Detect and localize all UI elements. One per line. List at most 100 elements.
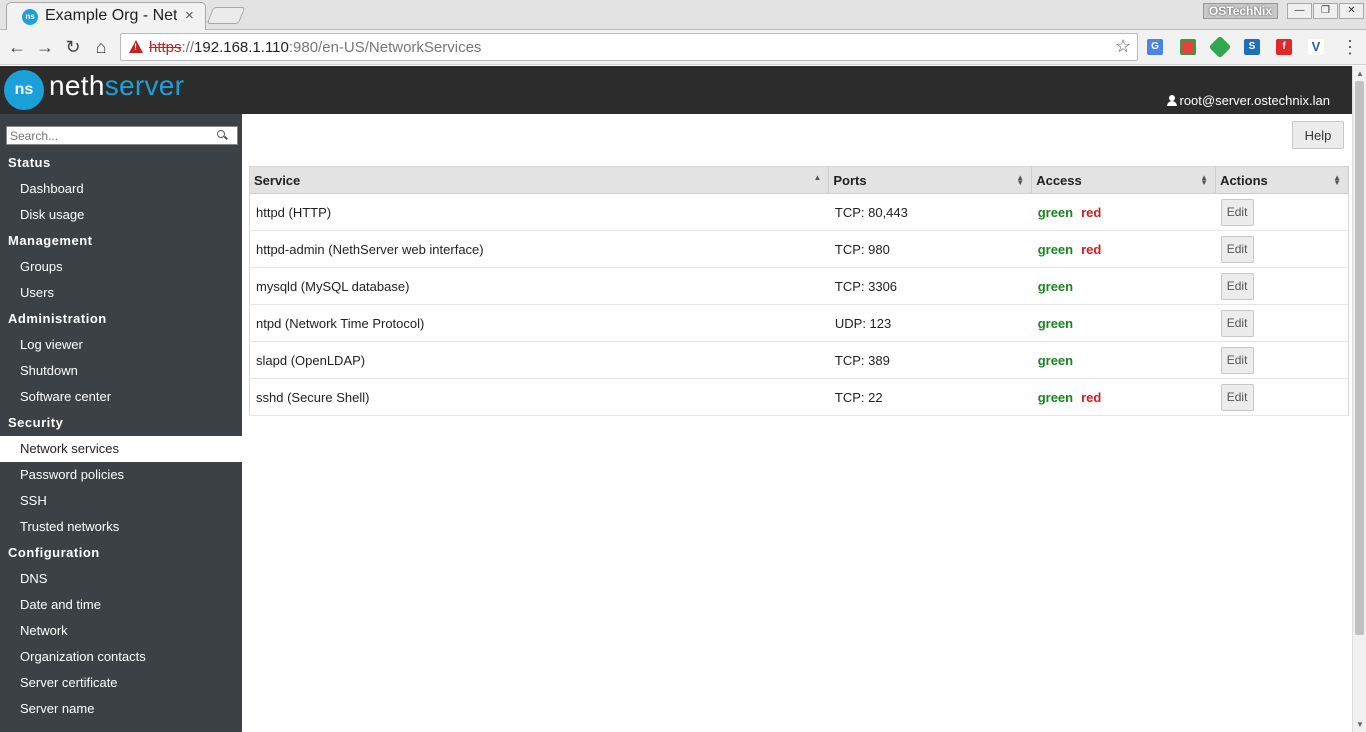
service-cell: httpd-admin (NethServer web interface) — [249, 230, 829, 268]
tab-title: Example Org - NethServer — [45, 7, 177, 24]
sidebar-group-heading: Management — [8, 233, 93, 248]
user-name: root@server.ostechnix.lan — [1179, 93, 1331, 108]
edit-button[interactable]: Edit — [1220, 235, 1254, 263]
chrome-extension-icon[interactable] — [1180, 39, 1196, 55]
flipboard-extension-icon[interactable]: f — [1276, 39, 1292, 55]
back-icon[interactable]: ← — [6, 36, 28, 58]
network-services-table: Service ▲ Ports ▲ ▼ Access ▲ ▼ Actions ▲ ▼ http… — [249, 166, 1349, 416]
user-menu[interactable]: root@server.ostechnix.lan — [1166, 93, 1331, 108]
browser-toolbar: ← → ↻ ⌂ https://192.168.1.110:980/en-US/… — [0, 30, 1366, 65]
nethserver-favicon-icon: ns — [22, 9, 38, 25]
reload-icon[interactable]: ↻ — [62, 36, 84, 58]
window-minimize-button[interactable]: — — [1287, 3, 1312, 19]
window-maximize-button[interactable]: ❐ — [1313, 3, 1338, 19]
browser-tab[interactable]: ns Example Org - NethServer × — [6, 2, 206, 31]
browser-tab-bar: ns Example Org - NethServer × OSTechNix … — [0, 0, 1366, 31]
sidebar-item-server-certificate[interactable]: Server certificate — [0, 670, 242, 696]
column-header-actions[interactable]: Actions ▲ ▼ — [1215, 166, 1349, 194]
table-header-row: Service ▲ Ports ▲ ▼ Access ▲ ▼ Actions ▲ ▼ — [249, 166, 1349, 194]
bookmark-star-icon[interactable]: ☆ — [1115, 36, 1131, 57]
ports-cell: TCP: 22 — [828, 378, 1032, 416]
edit-button[interactable]: Edit — [1220, 198, 1254, 226]
tab-close-icon[interactable]: × — [185, 7, 194, 24]
column-header-access[interactable]: Access ▲ ▼ — [1031, 166, 1217, 194]
edit-button[interactable]: Edit — [1220, 309, 1254, 337]
edit-button[interactable]: Edit — [1220, 346, 1254, 374]
not-secure-warning-icon[interactable] — [129, 40, 143, 53]
forward-icon[interactable]: → — [34, 36, 56, 58]
home-icon[interactable]: ⌂ — [90, 36, 112, 58]
url-separator: :// — [181, 39, 195, 56]
ports-cell: TCP: 3306 — [828, 267, 1032, 305]
sidebar-item-password-policies[interactable]: Password policies — [0, 462, 242, 488]
sidebar-item-network-services[interactable]: Network services — [0, 436, 242, 462]
sort-both-icon: ▲ ▼ — [1333, 173, 1341, 187]
sidebar-item-dashboard[interactable]: Dashboard — [0, 176, 242, 202]
actions-cell: Edit — [1215, 193, 1349, 231]
sidebar-item-log-viewer[interactable]: Log viewer — [0, 332, 242, 358]
v-extension-icon[interactable]: V — [1308, 39, 1324, 55]
sidebar-item-server-name[interactable]: Server name — [0, 696, 242, 722]
sort-ascending-icon: ▲ — [813, 173, 822, 182]
actions-cell: Edit — [1215, 341, 1349, 379]
access-green-badge: green — [1037, 278, 1074, 294]
sidebar-group-heading: Administration — [8, 311, 107, 326]
actions-cell: Edit — [1215, 267, 1349, 305]
table-row: httpd-admin (NethServer web interface) TC… — [249, 230, 1349, 268]
search-input[interactable] — [7, 127, 212, 144]
url-scheme: https — [149, 39, 182, 56]
service-cell: ntpd (Network Time Protocol) — [249, 304, 829, 342]
sidebar-item-organization-contacts[interactable]: Organization contacts — [0, 644, 242, 670]
page-scrollbar[interactable]: ▲ ▼ — [1352, 66, 1366, 732]
sidebar-item-disk-usage[interactable]: Disk usage — [0, 202, 242, 228]
column-header-label: Actions — [1220, 172, 1268, 188]
s-extension-icon[interactable]: S — [1244, 39, 1260, 55]
column-header-service[interactable]: Service ▲ — [249, 166, 830, 194]
page-viewport: ns nethserver root@server.ostechnix.lan … — [0, 66, 1352, 732]
search-icon[interactable] — [217, 130, 227, 140]
sidebar-item-ssh[interactable]: SSH — [0, 488, 242, 514]
browser-menu-icon[interactable]: ⋮ — [1341, 37, 1359, 57]
sidebar-item-shutdown[interactable]: Shutdown — [0, 358, 242, 384]
sidebar-item-dns[interactable]: DNS — [0, 566, 242, 592]
help-button[interactable]: Help — [1292, 121, 1344, 149]
scroll-thumb[interactable] — [1355, 81, 1364, 635]
url-host: 192.168.1.110 — [194, 39, 289, 56]
translate-extension-icon[interactable]: G — [1147, 39, 1163, 55]
sidebar-item-trusted-networks[interactable]: Trusted networks — [0, 514, 242, 540]
sidebar-item-users[interactable]: Users — [0, 280, 242, 306]
sidebar: Status DashboardDisk usage Management Group… — [0, 114, 242, 732]
sidebar-group-heading: Configuration — [8, 545, 100, 560]
access-red-badge: red — [1081, 389, 1102, 405]
access-cell: green red — [1031, 378, 1216, 416]
edit-button[interactable]: Edit — [1220, 272, 1254, 300]
column-header-label: Service — [254, 172, 301, 188]
table-row: slapd (OpenLDAP) TCP: 389 green Edit — [249, 341, 1349, 379]
feedly-extension-icon[interactable] — [1208, 35, 1232, 59]
actions-cell: Edit — [1215, 230, 1349, 268]
actions-cell: Edit — [1215, 304, 1349, 342]
url-path: :980/en-US/NetworkServices — [288, 39, 482, 56]
sidebar-nav: Status Dashboard Disk usage Management Group… — [0, 150, 242, 722]
sidebar-item-groups[interactable]: Groups — [0, 254, 242, 280]
profile-badge[interactable]: OSTechNix — [1203, 3, 1278, 19]
sidebar-group-heading: Security — [8, 415, 64, 430]
ports-cell: TCP: 980 — [828, 230, 1032, 268]
table-row: mysqld (MySQL database) TCP: 3306 green Edi… — [249, 267, 1349, 305]
nethserver-logo-icon[interactable]: ns — [4, 70, 44, 110]
scroll-up-arrow-icon[interactable]: ▲ — [1356, 69, 1364, 78]
nethserver-logo-text[interactable]: nethserver — [49, 70, 184, 102]
edit-button[interactable]: Edit — [1220, 383, 1254, 411]
column-header-ports[interactable]: Ports ▲ ▼ — [828, 166, 1033, 194]
scroll-down-arrow-icon[interactable]: ▼ — [1356, 720, 1364, 729]
window-close-button[interactable]: ✕ — [1339, 3, 1364, 19]
table-body: httpd (HTTP) TCP: 80,443 green red Edit httpd… — [249, 193, 1349, 416]
sidebar-item-software-center[interactable]: Software center — [0, 384, 242, 410]
access-cell: green — [1031, 341, 1216, 379]
ports-cell: TCP: 389 — [828, 341, 1032, 379]
new-tab-button[interactable] — [206, 7, 246, 24]
url-text: https://192.168.1.110:980/en-US/NetworkS… — [149, 39, 481, 56]
sidebar-item-date-and-time[interactable]: Date and time — [0, 592, 242, 618]
sidebar-item-network[interactable]: Network — [0, 618, 242, 644]
address-bar[interactable]: https://192.168.1.110:980/en-US/NetworkS… — [120, 33, 1138, 61]
